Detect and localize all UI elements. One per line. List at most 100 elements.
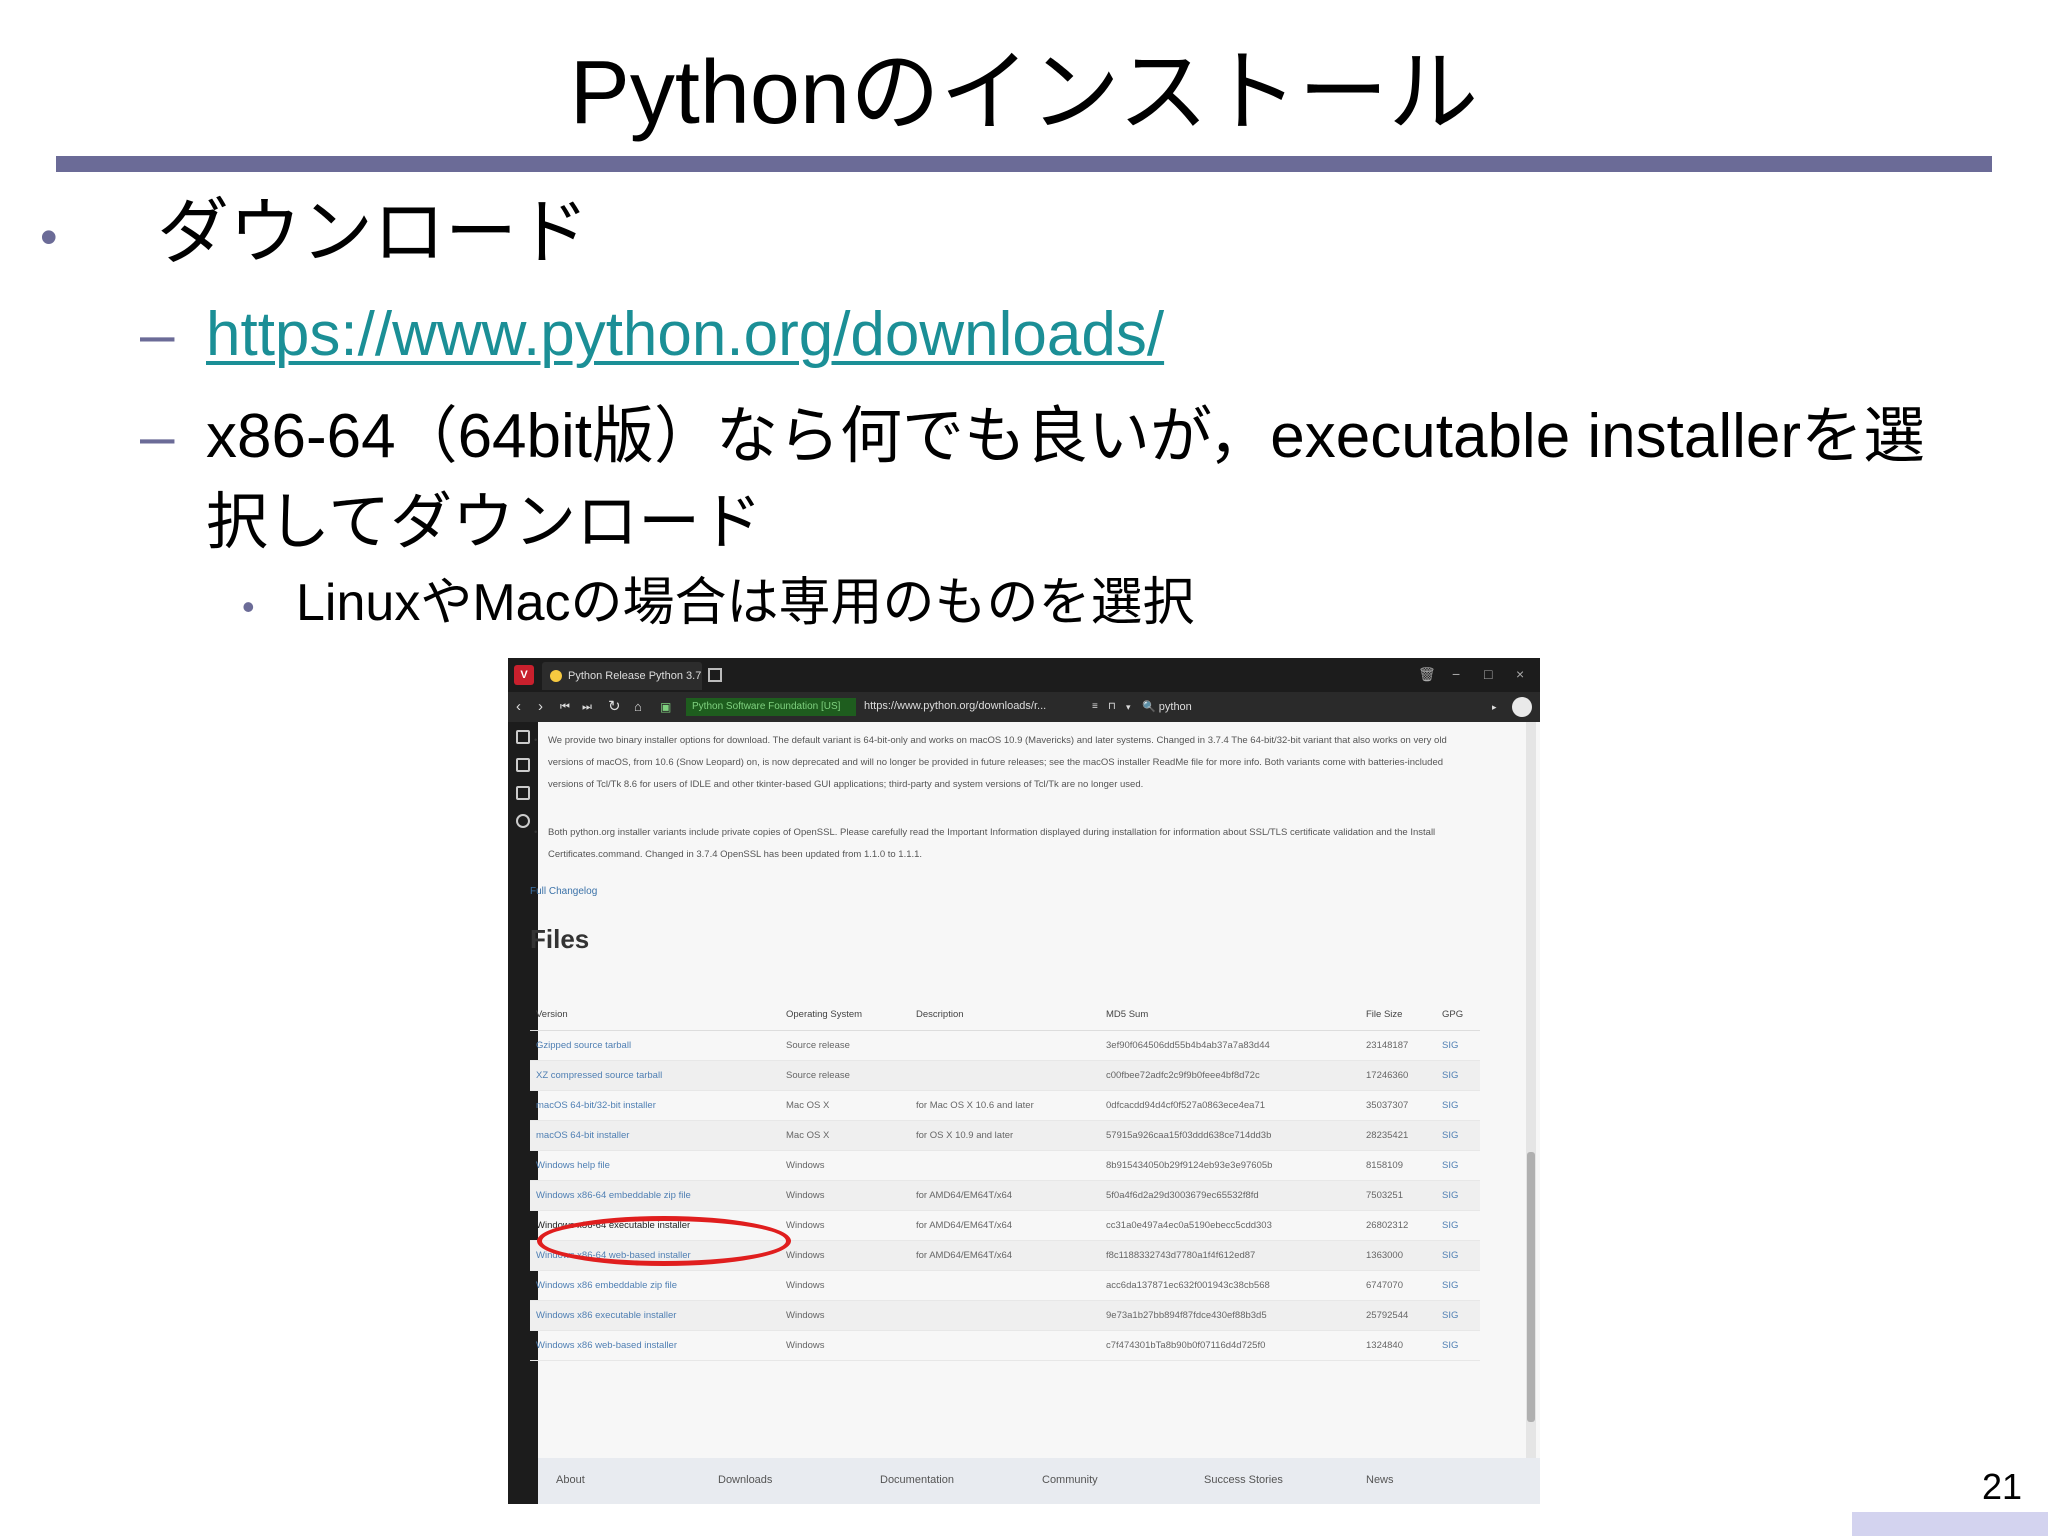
size-cell: 7503251: [1360, 1180, 1436, 1211]
size-cell: 6747070: [1360, 1270, 1436, 1301]
description-cell: [910, 1330, 1100, 1361]
download-link[interactable]: https://www.python.org/downloads/: [206, 292, 1164, 378]
minimize-icon[interactable]: −: [1452, 666, 1460, 682]
description-cell: for AMD64/EM64T/x64: [910, 1180, 1100, 1211]
linux-mac-note: LinuxやMacの場合は専用のものを選択: [296, 574, 1195, 632]
close-icon[interactable]: ×: [1516, 666, 1524, 682]
md5-cell: 9e73a1b27bb894f87fdce430ef88b3d5: [1100, 1300, 1360, 1331]
col-md5: MD5 Sum: [1100, 1000, 1360, 1031]
table-row: Gzipped source tarball Source release 3ef9…: [530, 1030, 1480, 1061]
sig-link[interactable]: SIG: [1436, 1060, 1480, 1091]
bullet-text: ダウンロード: [157, 193, 590, 273]
rewind-icon[interactable]: ⏮: [560, 697, 570, 717]
instruction-line-1: x86-64（64bit版）なら何でも良いが，executable instal…: [206, 402, 1926, 471]
fastforward-icon[interactable]: ⏭: [582, 697, 592, 717]
version-link[interactable]: Windows x86 executable installer: [530, 1300, 780, 1331]
md5-cell: c7f474301bTa8b90b0f07116d4d725f0: [1100, 1330, 1360, 1361]
vivaldi-logo-icon: V: [514, 665, 534, 685]
profile-avatar[interactable]: [1512, 697, 1532, 717]
footer-link-news[interactable]: News: [1366, 1474, 1394, 1486]
size-cell: 1324840: [1360, 1330, 1436, 1361]
md5-cell: acc6da137871ec632f001943c38cb568: [1100, 1270, 1360, 1301]
description-cell: [910, 1270, 1100, 1301]
footer-link-documentation[interactable]: Documentation: [880, 1474, 954, 1486]
new-tab-icon[interactable]: [708, 668, 722, 682]
sig-link[interactable]: SIG: [1436, 1150, 1480, 1181]
downloads-panel-icon[interactable]: [516, 758, 530, 772]
info-paragraph-1: • We provide two binary installer option…: [534, 730, 1474, 796]
version-link[interactable]: macOS 64-bit/32-bit installer: [530, 1090, 780, 1121]
table-row: Windows x86 embeddable zip file Windows ac…: [530, 1270, 1480, 1301]
scrollbar[interactable]: [1526, 722, 1536, 1504]
footer-link-about[interactable]: About: [556, 1474, 585, 1486]
description-cell: [910, 1150, 1100, 1181]
dropdown-icon[interactable]: ▾: [1126, 697, 1131, 717]
sig-link[interactable]: SIG: [1436, 1120, 1480, 1151]
sig-link[interactable]: SIG: [1436, 1030, 1480, 1061]
footer-link-success-stories[interactable]: Success Stories: [1204, 1474, 1283, 1486]
footer-link-downloads[interactable]: Downloads: [718, 1474, 772, 1486]
trash-icon[interactable]: 🗑: [1418, 666, 1436, 683]
version-link[interactable]: XZ compressed source tarball: [530, 1060, 780, 1091]
instruction-text: x86-64（64bit版）なら何でも良いが，executable instal…: [206, 394, 1925, 566]
col-os: Operating System: [780, 1000, 910, 1031]
sig-link[interactable]: SIG: [1436, 1090, 1480, 1121]
scrollbar-thumb[interactable]: [1527, 1152, 1535, 1422]
reload-icon[interactable]: ↻: [608, 697, 621, 717]
md5-cell: cc31a0e497a4ec0a5190ebecc5cdd303: [1100, 1210, 1360, 1241]
description-cell: [910, 1300, 1100, 1331]
version-link[interactable]: Windows x86 embeddable zip file: [530, 1270, 780, 1301]
md5-cell: 57915a926caa15f03ddd638ce714dd3b: [1100, 1120, 1360, 1151]
os-cell: Windows: [780, 1330, 910, 1361]
os-cell: Source release: [780, 1030, 910, 1061]
sig-link[interactable]: SIG: [1436, 1330, 1480, 1361]
sig-link[interactable]: SIG: [1436, 1180, 1480, 1211]
footer-link-community[interactable]: Community: [1042, 1474, 1098, 1486]
bookmarks-panel-icon[interactable]: [516, 730, 530, 744]
sig-link[interactable]: SIG: [1436, 1240, 1480, 1271]
sub-sub-bullet: • LinuxやMacの場合は専用のものを選択: [242, 568, 1195, 642]
os-cell: Mac OS X: [780, 1090, 910, 1121]
highlight-circle: [537, 1216, 791, 1266]
site-identity[interactable]: Python Software Foundation [US]: [686, 698, 856, 716]
table-row: Windows help file Windows 8b915434050b29f9…: [530, 1150, 1480, 1181]
home-icon[interactable]: ⌂: [634, 697, 642, 717]
sig-link[interactable]: SIG: [1436, 1270, 1480, 1301]
dash-icon: –: [140, 300, 175, 369]
version-link[interactable]: macOS 64-bit installer: [530, 1120, 780, 1151]
bullet-download: • ダウンロード: [40, 190, 589, 280]
url-field[interactable]: https://www.python.org/downloads/r...: [864, 700, 1046, 712]
search-value: python: [1158, 701, 1192, 713]
forward-icon[interactable]: ›: [538, 697, 543, 717]
browser-tab[interactable]: Python Release Python 3.7: [542, 662, 702, 690]
description-cell: for Mac OS X 10.6 and later: [910, 1090, 1100, 1121]
page-number: 21: [1981, 1466, 2022, 1507]
description-cell: for AMD64/EM64T/x64: [910, 1210, 1100, 1241]
search-field[interactable]: 🔍 python: [1142, 700, 1192, 713]
md5-cell: 5f0a4f6d2a29d3003679ec65532f8fd: [1100, 1180, 1360, 1211]
rss-icon[interactable]: ≡: [1092, 697, 1098, 717]
sig-link[interactable]: SIG: [1436, 1300, 1480, 1331]
version-link[interactable]: Windows x86-64 embeddable zip file: [530, 1180, 780, 1211]
bookmark-icon[interactable]: ⊓: [1108, 697, 1116, 717]
maximize-icon[interactable]: □: [1484, 666, 1492, 682]
bullet-icon: •: [242, 586, 255, 627]
menu-arrow-icon[interactable]: ▸: [1492, 697, 1497, 717]
description-cell: for AMD64/EM64T/x64: [910, 1240, 1100, 1271]
notes-panel-icon[interactable]: [516, 786, 530, 800]
version-link[interactable]: Gzipped source tarball: [530, 1030, 780, 1061]
changelog-link[interactable]: Full Changelog: [530, 886, 597, 897]
col-size: File Size: [1360, 1000, 1436, 1031]
browser-tab-bar: V Python Release Python 3.7 🗑 − □ ×: [508, 658, 1540, 692]
sig-link[interactable]: SIG: [1436, 1210, 1480, 1241]
bullet-icon: •: [534, 735, 538, 746]
os-cell: Windows: [780, 1240, 910, 1271]
history-panel-icon[interactable]: [516, 814, 530, 828]
back-icon[interactable]: ‹: [516, 697, 521, 717]
files-table: Version Operating System Description MD5…: [530, 1000, 1480, 1361]
version-link[interactable]: Windows x86 web-based installer: [530, 1330, 780, 1361]
os-cell: Source release: [780, 1060, 910, 1091]
size-cell: 25792544: [1360, 1300, 1436, 1331]
size-cell: 26802312: [1360, 1210, 1436, 1241]
version-link[interactable]: Windows help file: [530, 1150, 780, 1181]
